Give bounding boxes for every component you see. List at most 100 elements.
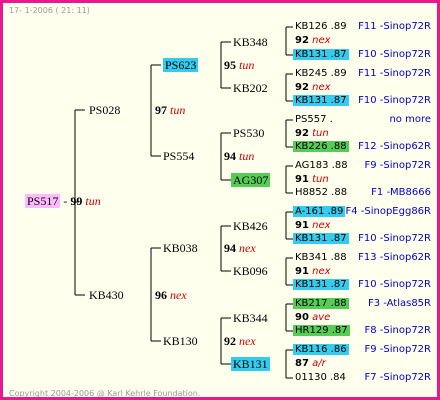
gen2-year: 95 (224, 58, 236, 72)
gen2-name: PS623 (163, 58, 199, 72)
gen2-year-box: 94 nex (224, 241, 256, 256)
gen2-node: PS623 (163, 58, 199, 73)
gen2-suffix: tun (239, 149, 255, 163)
gen4-entry: HR129 .87 (293, 325, 350, 336)
right-info: F11 -Sinop72R (358, 68, 431, 79)
gen4-entry: 01130 .84 (295, 372, 346, 383)
gen2-name: KB038 (163, 241, 198, 255)
gen3-node: KB426 (233, 219, 268, 233)
gen2-node: PS554 (163, 149, 194, 164)
gen2-suffix: nex (239, 241, 256, 255)
gen4-year: 92 (295, 82, 309, 93)
gen4-entry: KB126 .89 (295, 21, 347, 32)
gen4-entry: PS557 . (295, 114, 333, 125)
gen4-year: 91 (295, 174, 309, 185)
gen4-year-box: 91 nex (295, 220, 331, 231)
gen2-year: 92 (224, 334, 236, 348)
gen1-year: 97 (155, 103, 167, 117)
gen1-name: KB430 (89, 288, 124, 302)
right-info: F9 -Sinop72R (364, 160, 431, 171)
gen4-suffix: nex (312, 266, 331, 277)
gen4-year: 87 (295, 358, 309, 369)
gen3-name: KB131 (231, 357, 270, 371)
gen4-name: KB226 .88 (293, 141, 349, 152)
gen1-node: KB430 (89, 288, 124, 303)
right-info: F10 -Sinop72R (358, 95, 431, 106)
gen4-entry: KB116 .86 (293, 344, 349, 355)
gen1-node: PS028 (89, 103, 120, 118)
gen1-year-box: 97 tun (155, 103, 185, 118)
gen4-suffix: nex (312, 82, 331, 93)
gen4-year: 92 (295, 128, 309, 139)
gen4-entry: KB131 .87 (293, 233, 349, 244)
gen4-suffix: nex (312, 220, 331, 231)
gen2-year: 94 (224, 149, 236, 163)
gen4-name: KB116 .86 (293, 344, 349, 355)
gen4-entry: KB226 .88 (293, 141, 349, 152)
date-header: 17- 1-2006 ( 21: 11) (9, 6, 90, 15)
gen4-name: HR129 .87 (293, 325, 350, 336)
gen3-node: AG307 (231, 173, 271, 188)
gen4-entry: A-161 .89 (293, 206, 346, 217)
gen2-year: 94 (224, 241, 236, 255)
gen1-name: PS028 (89, 103, 121, 117)
gen2-node: KB130 (163, 334, 198, 349)
gen4-name: KB131 .87 (293, 95, 349, 106)
gen2-suffix: nex (239, 334, 256, 348)
gen4-year: 92 (295, 35, 309, 46)
root-node: PS517 - 99 tun (25, 194, 101, 208)
gen2-name: KB130 (163, 334, 198, 348)
gen4-entry: KB341 .88 (295, 252, 347, 263)
right-info: F9 -Sinop72R (364, 344, 431, 355)
gen4-suffix: ave (312, 312, 331, 323)
gen3-name: AG307 (231, 173, 271, 187)
gen4-suffix: tun (312, 128, 329, 139)
gen3-node: PS530 (233, 126, 265, 140)
root-name: PS517 (25, 194, 61, 208)
gen4-entry: KB131 .87 (293, 95, 349, 106)
gen4-year-box: 91 tun (295, 174, 329, 185)
right-info: F10 -Sinop72R (358, 49, 431, 60)
gen4-year-box: 92 tun (295, 128, 329, 139)
gen2-name: PS554 (163, 149, 195, 163)
pedigree-frame: 17- 1-2006 ( 21: 11) PS517 - 99 tun PS02… (0, 0, 440, 400)
root-suffix: tun (85, 194, 101, 208)
right-info: F3 -Atlas85R (367, 298, 431, 309)
right-info: F10 -Sinop72R (358, 279, 431, 290)
gen4-entry: H8852 .88 (295, 187, 348, 198)
gen4-year-box: 91 nex (295, 266, 331, 277)
gen4-entry: KB217 .88 (293, 298, 349, 309)
gen1-suffix: tun (170, 103, 186, 117)
gen4-suffix: nex (312, 35, 331, 46)
right-info: F12 -Sinop62R (358, 141, 431, 152)
gen4-name: A-161 .89 (293, 206, 346, 217)
gen4-year-box: 92 nex (295, 35, 331, 46)
copyright-footer: Copyright 2004-2006 @ Karl Kehrle Founda… (9, 389, 201, 398)
right-info: F1 -MB8666 (371, 187, 431, 198)
gen4-suffix: a/r (312, 358, 326, 369)
gen2-year-box: 95 tun (224, 58, 254, 73)
right-info: no more (389, 114, 431, 125)
gen4-year-box: 87 a/r (295, 358, 326, 369)
right-info: F10 -Sinop72R (358, 233, 431, 244)
right-info: F4 -SinopEgg86R (345, 206, 431, 217)
gen4-entry: AG183 .88 (295, 160, 348, 171)
gen4-year: 90 (295, 312, 309, 323)
right-info: F7 -Sinop72R (364, 372, 431, 383)
gen4-year: 91 (295, 266, 309, 277)
gen1-suffix: nex (170, 288, 187, 302)
gen4-name: KB131 .87 (293, 49, 349, 60)
right-info: F11 -Sinop72R (358, 21, 431, 32)
gen3-node: KB202 (233, 81, 268, 95)
gen2-year-box: 94 tun (224, 149, 254, 164)
right-info: F8 -Sinop72R (364, 325, 431, 336)
gen4-name: KB131 .87 (293, 279, 349, 290)
gen3-node: KB096 (233, 264, 268, 278)
gen1-year-box: 96 nex (155, 288, 187, 303)
gen4-entry: KB131 .87 (293, 49, 349, 60)
gen4-year-box: 92 nex (295, 82, 331, 93)
gen4-name: KB217 .88 (293, 298, 349, 309)
gen3-node: KB348 (233, 35, 268, 49)
gen1-year: 96 (155, 288, 167, 302)
gen4-suffix: tun (312, 174, 329, 185)
